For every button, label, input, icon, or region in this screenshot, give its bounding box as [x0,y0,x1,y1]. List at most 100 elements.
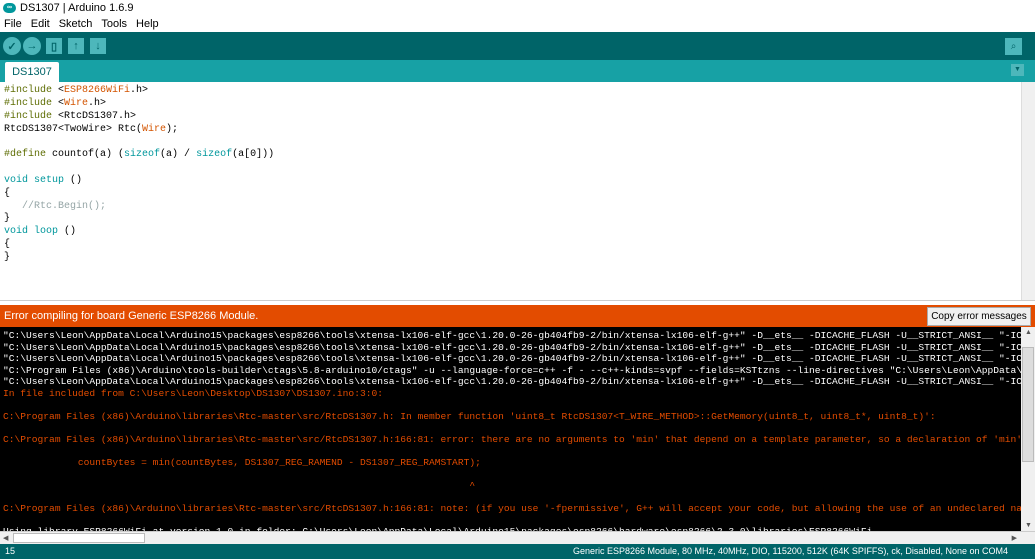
tab-ds1307[interactable]: DS1307 [5,62,59,82]
menu-bar: File Edit Sketch Tools Help [0,15,1035,32]
scroll-up-icon[interactable]: ▲ [1025,329,1032,336]
scroll-right-icon[interactable]: ▶ [1012,534,1017,542]
tab-row: DS1307 ▼ [0,60,1035,82]
scroll-down-icon[interactable]: ▼ [1025,522,1032,529]
code-token: ); [166,123,179,135]
code-token: .h> [88,97,107,109]
code-token: setup [34,174,65,186]
scrollbar-thumb[interactable] [1022,347,1034,462]
console-line: C:\Program Files (x86)\Arduino\libraries… [3,502,1021,514]
code-token: () [64,174,83,186]
code-line: { [4,188,1021,201]
menu-tools[interactable]: Tools [97,18,132,30]
code-token: (a[0])) [232,149,275,161]
upload-button[interactable]: → [23,37,41,55]
console-line: C:\Program Files (x86)\Arduino\libraries… [3,433,1021,445]
code-line: //Rtc.Begin(); [4,201,1021,214]
code-line: #define countof(a) (sizeof(a) / sizeof(a… [4,149,1021,162]
code-token: RtcDS1307<TwoWire> Rtc( [4,123,143,135]
status-bar: 15 Generic ESP8266 Module, 80 MHz, 40MHz… [0,544,1035,559]
code-token: <RtcDS1307.h> [52,110,137,122]
code-token: } [4,213,11,225]
code-token: sizeof [124,149,161,161]
menu-file[interactable]: File [0,18,27,30]
board-info: Generic ESP8266 Module, 80 MHz, 40MHz, D… [572,546,1008,556]
console-vertical-scrollbar[interactable]: ▲ ▼ [1021,327,1035,531]
scroll-left-icon[interactable]: ◀ [3,534,8,542]
new-button[interactable]: ▯ [46,38,62,54]
toolbar: ✓ → ▯ ↑ ↓ ⌕ [0,32,1035,60]
code-token: void [4,226,29,238]
menu-sketch[interactable]: Sketch [55,18,98,30]
save-button[interactable]: ↓ [90,38,106,54]
arrow-right-icon: → [26,40,38,52]
console-line: "C:\Users\Leon\AppData\Local\Arduino15\p… [3,376,1021,387]
editor-scrollbar[interactable] [1021,82,1035,300]
code-token: Wire [64,97,89,109]
tab-menu-button[interactable]: ▼ [1011,64,1024,76]
console-line: "C:\Users\Leon\AppData\Local\Arduino15\p… [3,330,1021,341]
open-button[interactable]: ↑ [68,38,84,54]
code-token: #include [4,97,53,109]
chevron-down-icon: ▼ [1014,66,1021,73]
console-horizontal-scrollbar[interactable]: ◀ ▶ [0,531,1035,544]
code-token: < [52,97,65,109]
code-token: (a) / [160,149,197,161]
console-line: "C:\Users\Leon\AppData\Local\Arduino15\p… [3,341,1021,353]
code-token: { [4,187,11,199]
code-line: { [4,239,1021,252]
code-token: .h> [130,85,149,96]
menu-edit[interactable]: Edit [27,18,55,30]
code-token: //Rtc.Begin(); [4,200,107,212]
code-line: void loop () [4,226,1021,239]
new-file-icon: ▯ [50,40,58,53]
code-line: #include <ESP8266WiFi.h> [4,85,1021,98]
code-line: #include <Wire.h> [4,98,1021,111]
code-token: ESP8266WiFi [64,85,131,96]
code-token: { [4,239,11,251]
line-number: 15 [5,546,16,556]
arduino-logo-icon: ∞ [3,2,16,13]
code-line: void setup () [4,175,1021,188]
check-icon: ✓ [7,40,17,53]
error-message: Error compiling for board Generic ESP826… [4,310,259,322]
code-line: RtcDS1307<TwoWire> Rtc(Wire); [4,124,1021,137]
code-token: void [4,174,29,186]
code-token: () [58,226,77,238]
window-title: DS1307 | Arduino 1.6.9 [20,1,134,14]
code-token: < [52,85,65,96]
console-line: "C:\Program Files (x86)\Arduino\tools-bu… [3,364,1021,376]
arrow-up-icon: ↑ [73,40,79,52]
console-output[interactable]: "C:\Users\Leon\AppData\Local\Arduino15\p… [0,327,1021,531]
code-editor[interactable]: #include <ESP8266WiFi.h> #include <Wire.h… [0,82,1021,300]
code-token: loop [34,226,59,238]
serial-monitor-button[interactable]: ⌕ [1005,38,1022,55]
console-line: In file included from C:\Users\Leon\Desk… [3,387,383,399]
scrollbar-thumb[interactable] [13,533,145,543]
code-line: #include <RtcDS1307.h> [4,111,1021,124]
menu-help[interactable]: Help [132,18,164,30]
verify-button[interactable]: ✓ [3,37,21,55]
code-token: #define [4,149,47,161]
magnifier-icon: ⌕ [1010,41,1017,52]
code-token: #include [4,85,53,96]
code-token: #include [4,110,53,122]
console-line: ^ [3,479,476,491]
code-token: Wire [142,123,167,135]
console-line: countBytes = min(countBytes, DS1307_REG_… [3,456,481,468]
error-bar: Error compiling for board Generic ESP826… [0,305,1035,327]
code-line: } [4,213,1021,226]
arrow-down-icon: ↓ [95,40,101,52]
copy-error-messages-button[interactable]: Copy error messages [927,307,1031,326]
console-line: "C:\Users\Leon\AppData\Local\Arduino15\p… [3,353,1021,364]
console-line: C:\Program Files (x86)\Arduino\libraries… [3,410,936,422]
code-token: } [4,251,11,263]
